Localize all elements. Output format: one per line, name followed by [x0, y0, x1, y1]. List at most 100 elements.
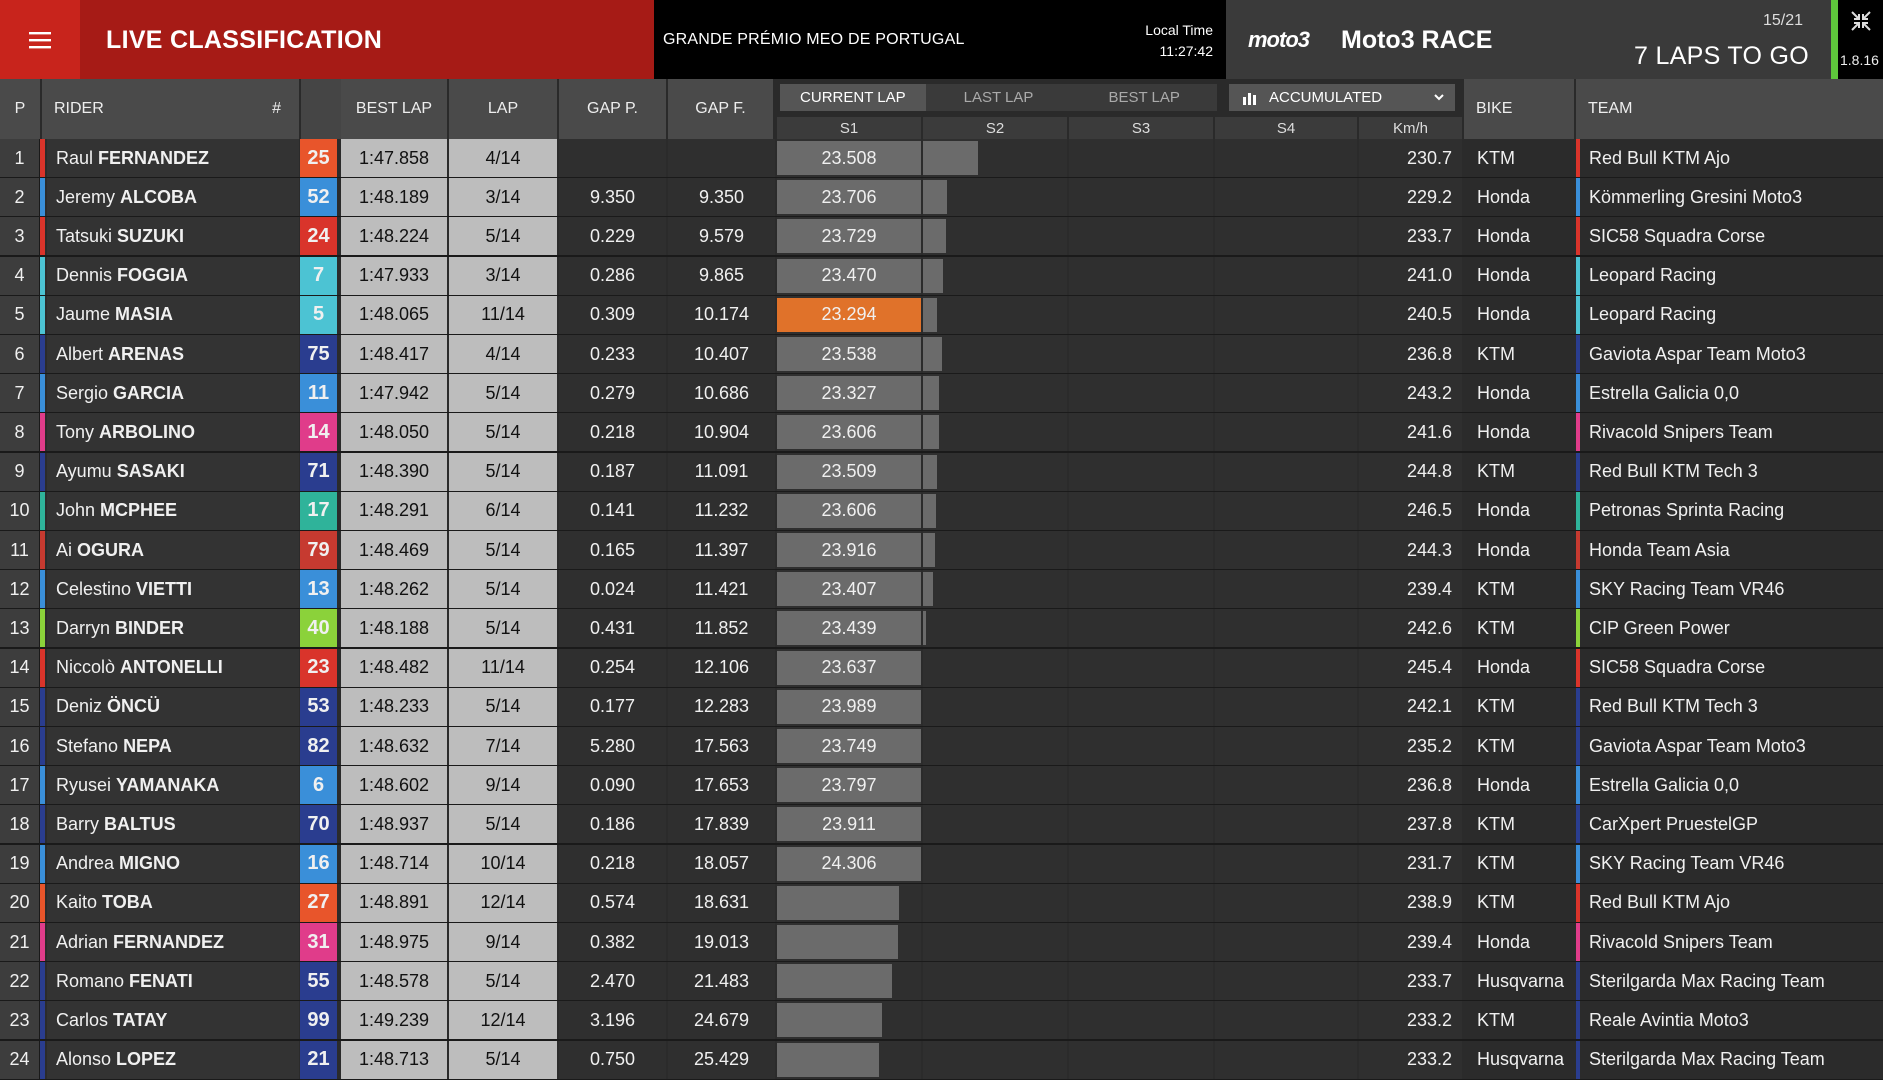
table-row[interactable]: 9 Ayumu SASAKI 71 1:48.390 5/14 0.187 11.091 23.…: [0, 452, 1883, 492]
table-row[interactable]: 13 Darryn BINDER 40 1:48.188 5/14 0.431 11.852 2…: [0, 609, 1883, 649]
position-cell: 19: [0, 844, 40, 883]
lap-cell: 5/14: [449, 531, 557, 569]
bike-cell: KTM: [1464, 1001, 1574, 1040]
sector2-bar: [923, 493, 936, 528]
table-row[interactable]: 3 Tatsuki SUZUKI 24 1:48.224 5/14 0.229 9.579 23…: [0, 217, 1883, 257]
tab-current-lap[interactable]: CURRENT LAP: [780, 84, 926, 111]
rider-first-name: Ayumu: [56, 461, 112, 482]
tab-best-lap[interactable]: BEST LAP: [1071, 84, 1217, 111]
rider-name-cell[interactable]: John MCPHEE: [47, 491, 299, 530]
bike-cell: Honda: [1464, 413, 1574, 452]
collapse-icon[interactable]: [1850, 10, 1872, 32]
rider-name-cell[interactable]: Ai OGURA: [47, 531, 299, 569]
col-s4[interactable]: S4: [1215, 117, 1359, 139]
table-row[interactable]: 24 Alonso LOPEZ 21 1:48.713 5/14 0.750 25.429 23…: [0, 1040, 1883, 1080]
position-cell: 5: [0, 295, 40, 334]
gap-first-cell: 18.057: [668, 844, 775, 883]
rider-number-badge: 17: [300, 491, 337, 530]
rider-first-name: Raul: [56, 147, 94, 168]
rider-last-name: ANTONELLI: [120, 657, 223, 678]
col-bike[interactable]: BIKE: [1464, 79, 1576, 139]
table-row[interactable]: 1 Raul FERNANDEZ 25 1:47.858 4/14 23.508 230.7 K…: [0, 139, 1883, 178]
rider-name-cell[interactable]: Albert ARENAS: [47, 335, 299, 373]
col-lap[interactable]: LAP: [449, 79, 559, 139]
sector4-cell: [1215, 335, 1357, 373]
col-s3[interactable]: S3: [1069, 117, 1215, 139]
col-gap-first[interactable]: GAP F.: [668, 79, 775, 139]
col-s2[interactable]: S2: [923, 117, 1069, 139]
table-row[interactable]: 4 Dennis FOGGIA 7 1:47.933 3/14 0.286 9.865 23.4…: [0, 256, 1883, 296]
rider-name-cell[interactable]: Sergio GARCIA: [47, 374, 299, 413]
table-row[interactable]: 2 Jeremy ALCOBA 52 1:48.189 3/14 9.350 9.350 23.…: [0, 178, 1883, 218]
rider-name-cell[interactable]: Celestino VIETTI: [47, 570, 299, 609]
rider-name-cell[interactable]: Ayumu SASAKI: [47, 452, 299, 491]
table-row[interactable]: 14 Niccolò ANTONELLI 23 1:48.482 11/14 0.254 12…: [0, 648, 1883, 688]
table-row[interactable]: 6 Albert ARENAS 75 1:48.417 4/14 0.233 10.407 23…: [0, 335, 1883, 374]
speed-cell: 230.7: [1359, 139, 1462, 177]
table-row[interactable]: 17 Ryusei YAMANAKA 6 1:48.602 9/14 0.090 17.653…: [0, 766, 1883, 806]
col-gap-previous[interactable]: GAP P.: [559, 79, 668, 139]
rider-name-cell[interactable]: Jeremy ALCOBA: [47, 178, 299, 217]
rider-name-cell[interactable]: Deniz ÖNCÜ: [47, 687, 299, 726]
rider-name-cell[interactable]: Stefano NEPA: [47, 727, 299, 765]
rider-name-cell[interactable]: Carlos TATAY: [47, 1001, 299, 1040]
table-row[interactable]: 23 Carlos TATAY 99 1:49.239 12/14 3.196 24.679 2…: [0, 1001, 1883, 1041]
table-row[interactable]: 18 Barry BALTUS 70 1:48.937 5/14 0.186 17.839 23…: [0, 805, 1883, 845]
rider-first-name: Carlos: [56, 1009, 109, 1030]
col-rider[interactable]: RIDER #: [42, 79, 301, 139]
rider-number-badge: 55: [300, 962, 337, 1001]
table-row[interactable]: 20 Kaito TOBA 27 1:48.891 12/14 0.574 18.631 238…: [0, 883, 1883, 923]
rider-name-cell[interactable]: Darryn BINDER: [47, 609, 299, 648]
rider-name-cell[interactable]: Raul FERNANDEZ: [47, 139, 299, 177]
rider-number-badge: 11: [300, 374, 337, 413]
rider-name-cell[interactable]: Ryusei YAMANAKA: [47, 766, 299, 805]
rider-name-cell[interactable]: Andrea MIGNO: [47, 844, 299, 883]
table-row[interactable]: 7 Sergio GARCIA 11 1:47.942 5/14 0.279 10.686 23…: [0, 374, 1883, 414]
gap-first-cell: 9.865: [668, 256, 775, 295]
rider-number-badge: 14: [300, 413, 337, 452]
accumulated-dropdown[interactable]: ACCUMULATED: [1229, 84, 1455, 111]
col-s1[interactable]: S1: [777, 117, 923, 139]
table-row[interactable]: 19 Andrea MIGNO 16 1:48.714 10/14 0.218 18.057 2…: [0, 844, 1883, 884]
speed-cell: 241.0: [1359, 256, 1462, 295]
rider-number-badge: 31: [300, 923, 337, 961]
table-row[interactable]: 12 Celestino VIETTI 13 1:48.262 5/14 0.024 11.4…: [0, 570, 1883, 610]
table-row[interactable]: 10 John MCPHEE 17 1:48.291 6/14 0.141 11.232 23.…: [0, 491, 1883, 531]
table-row[interactable]: 8 Tony ARBOLINO 14 1:48.050 5/14 0.218 10.904 23…: [0, 413, 1883, 453]
rider-name-cell[interactable]: Kaito TOBA: [47, 883, 299, 922]
sector4-cell: [1215, 413, 1357, 452]
bike-cell: Husqvarna: [1464, 962, 1574, 1001]
rider-name-cell[interactable]: Dennis FOGGIA: [47, 256, 299, 295]
team-cell: Sterilgarda Max Racing Team: [1580, 1040, 1883, 1079]
menu-button[interactable]: [0, 0, 80, 79]
table-row[interactable]: 21 Adrian FERNANDEZ 31 1:48.975 9/14 0.382 19.0…: [0, 923, 1883, 962]
table-row[interactable]: 11 Ai OGURA 79 1:48.469 5/14 0.165 11.397 23.916…: [0, 531, 1883, 570]
table-row[interactable]: 16 Stefano NEPA 82 1:48.632 7/14 5.280 17.563 23…: [0, 727, 1883, 766]
rider-name-cell[interactable]: Niccolò ANTONELLI: [47, 648, 299, 687]
sector1-cell: 23.294: [777, 295, 921, 334]
rider-name-cell[interactable]: Adrian FERNANDEZ: [47, 923, 299, 961]
col-position[interactable]: P: [0, 79, 42, 139]
tab-last-lap[interactable]: LAST LAP: [926, 84, 1072, 111]
table-row[interactable]: 15 Deniz ÖNCÜ 53 1:48.233 5/14 0.177 12.283 23.9…: [0, 687, 1883, 727]
col-speed[interactable]: Km/h: [1359, 117, 1464, 139]
sector4-cell: [1215, 609, 1357, 648]
rider-name-cell[interactable]: Tatsuki SUZUKI: [47, 217, 299, 256]
rider-name-cell[interactable]: Tony ARBOLINO: [47, 413, 299, 452]
lap-cell: 3/14: [449, 256, 557, 295]
col-team[interactable]: TEAM: [1576, 79, 1883, 139]
rider-name-cell[interactable]: Jaume MASIA: [47, 295, 299, 334]
table-row[interactable]: 22 Romano FENATI 55 1:48.578 5/14 2.470 21.483 2…: [0, 962, 1883, 1002]
col-best-lap[interactable]: BEST LAP: [341, 79, 449, 139]
sector2-cell: [923, 256, 1067, 295]
best-lap-cell: 1:48.417: [341, 335, 447, 373]
gap-previous-cell: 0.309: [559, 295, 666, 334]
sector3-cell: [1069, 452, 1213, 491]
rider-name-cell[interactable]: Alonso LOPEZ: [47, 1040, 299, 1079]
rider-name-cell[interactable]: Barry BALTUS: [47, 805, 299, 844]
position-cell: 22: [0, 962, 40, 1001]
sector1-cell: 23.797: [777, 766, 921, 805]
table-row[interactable]: 5 Jaume MASIA 5 1:48.065 11/14 0.309 10.174 23.2…: [0, 295, 1883, 335]
rider-name-cell[interactable]: Romano FENATI: [47, 962, 299, 1001]
lap-cell: 12/14: [449, 1001, 557, 1040]
